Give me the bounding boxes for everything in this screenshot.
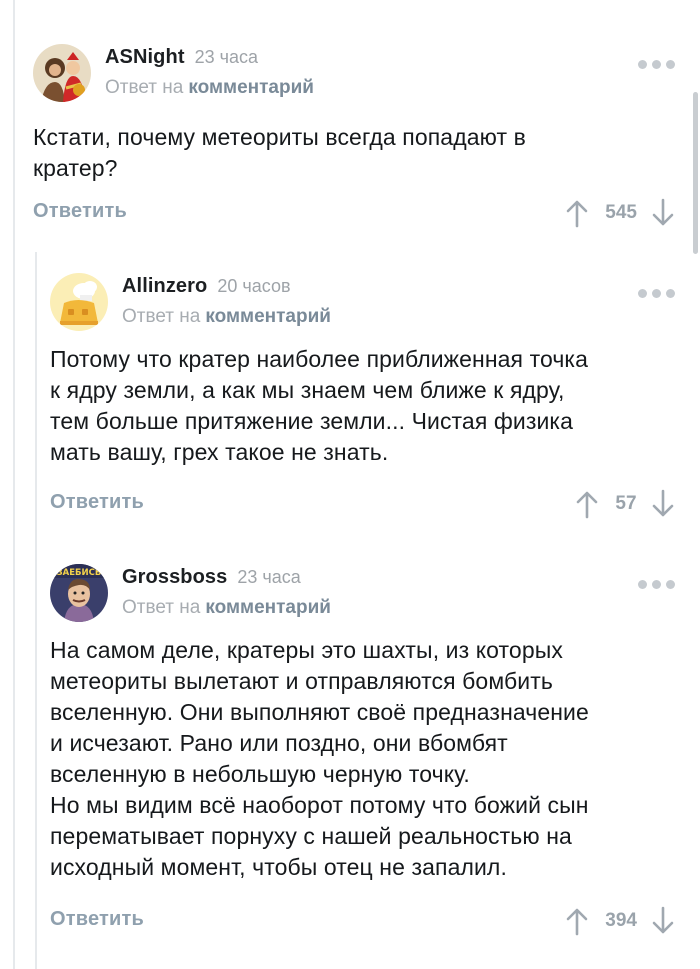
comment-text-line: метеориты вылетают и отправляются бомбит…: [50, 668, 553, 694]
avatar[interactable]: ЗАЕБИСЬ: [50, 564, 108, 622]
avatar[interactable]: [33, 44, 91, 102]
parent-comment-link[interactable]: комментарий: [205, 306, 331, 327]
avatar-grossboss-image: ЗАЕБИСЬ: [50, 564, 108, 622]
avatar-allinzero-image: [50, 273, 108, 331]
more-icon[interactable]: [638, 60, 675, 69]
reply-to-prefix: Ответ на: [122, 597, 201, 618]
scrollbar[interactable]: [693, 92, 698, 254]
reply-button[interactable]: Ответить: [33, 200, 127, 223]
comment-header: Allinzero 20 часов Ответ на комментарий: [50, 273, 675, 337]
arrow-up-icon[interactable]: [565, 198, 589, 228]
comment-time: 23 часа: [194, 47, 258, 67]
author-name[interactable]: Allinzero: [122, 275, 207, 298]
reply-to: Ответ на комментарий: [105, 77, 314, 99]
parent-comment-link[interactable]: комментарий: [188, 77, 314, 98]
rating-count: 394: [605, 910, 637, 931]
comment-text-line: тем больше притяжение земли... Чистая фи…: [50, 408, 573, 434]
comment-body: На самом деле, кратеры это шахты, из кот…: [50, 635, 675, 883]
thread-line-outer: [13, 0, 15, 969]
parent-comment-link[interactable]: комментарий: [205, 597, 331, 618]
comment-body: Кстати, почему метеориты всегда попадают…: [33, 122, 675, 184]
comment-meta: Grossboss 23 часа Ответ на комментарий: [122, 566, 331, 619]
comment-actions: Ответить 394: [50, 904, 675, 938]
comment-text-line: кратер?: [33, 155, 118, 181]
arrow-up-icon[interactable]: [575, 489, 599, 519]
comment-text-line: мать вашу, грех такое не знать.: [50, 439, 389, 465]
comment-meta: Allinzero 20 часов Ответ на комментарий: [122, 275, 331, 328]
reply-button[interactable]: Ответить: [50, 908, 144, 931]
comment-header: ЗАЕБИСЬ Grossboss 23 часа Ответ на коммен…: [50, 564, 675, 628]
arrow-down-icon[interactable]: [651, 198, 675, 228]
more-icon[interactable]: [638, 580, 675, 589]
arrow-down-icon[interactable]: [651, 906, 675, 936]
vote-block: 545: [565, 196, 675, 230]
comment-text-line: вселенную в небольшую черную точку.: [50, 761, 470, 787]
avatar[interactable]: [50, 273, 108, 331]
reply-to: Ответ на комментарий: [122, 597, 331, 619]
comment-time: 20 часов: [217, 276, 291, 296]
comment-text-line: Кстати, почему метеориты всегда попадают…: [33, 124, 526, 150]
vote-block: 57: [575, 487, 675, 521]
rating-count: 545: [605, 202, 637, 223]
comment-text-line: перематывает порнуху с нашей реальностью…: [50, 823, 572, 849]
comment-allinzero: Allinzero 20 часов Ответ на комментарий П…: [50, 273, 675, 519]
vote-block: 394: [565, 904, 675, 938]
comment-header: ASNight 23 часа Ответ на комментарий: [33, 44, 675, 108]
comment-text-line: и исчезают. Рано или поздно, они вбомбят: [50, 730, 508, 756]
comment-asnight: ASNight 23 часа Ответ на комментарий Кста…: [33, 44, 675, 228]
meta-line: Grossboss 23 часа: [122, 566, 331, 589]
arrow-up-icon[interactable]: [565, 906, 589, 936]
comment-text-line: Но мы видим всё наоборот потому что божи…: [50, 792, 589, 818]
reply-to-prefix: Ответ на: [122, 306, 201, 327]
comment-actions: Ответить 57: [50, 487, 675, 521]
comment-text-line: исходный момент, чтобы отец не запалил.: [50, 854, 507, 880]
rating-count: 57: [615, 493, 637, 514]
comment-text-line: Потому что кратер наиболее приближенная …: [50, 346, 588, 372]
arrow-down-icon[interactable]: [651, 489, 675, 519]
comment-body: Потому что кратер наиболее приближенная …: [50, 344, 675, 468]
comment-text-line: На самом деле, кратеры это шахты, из кот…: [50, 637, 563, 663]
meta-line: ASNight 23 часа: [105, 46, 314, 69]
comment-meta: ASNight 23 часа Ответ на комментарий: [105, 46, 314, 99]
avatar-asnight-image: [33, 44, 91, 102]
comment-actions: Ответить 545: [33, 196, 675, 230]
meta-line: Allinzero 20 часов: [122, 275, 331, 298]
comment-grossboss: ЗАЕБИСЬ Grossboss 23 часа Ответ на коммен…: [50, 564, 675, 936]
comment-text-line: вселенную. Они выполняют своё предназнач…: [50, 699, 589, 725]
author-name[interactable]: ASNight: [105, 46, 185, 69]
reply-to-prefix: Ответ на: [105, 77, 184, 98]
comment-text-line: к ядру земли, а как мы знаем чем ближе к…: [50, 377, 565, 403]
reply-to: Ответ на комментарий: [122, 306, 331, 328]
reply-button[interactable]: Ответить: [50, 491, 144, 514]
avatar-caption: ЗАЕБИСЬ: [57, 568, 102, 578]
author-name[interactable]: Grossboss: [122, 566, 227, 589]
comment-time: 23 часа: [237, 567, 301, 587]
more-icon[interactable]: [638, 289, 675, 298]
thread-line-nested: [35, 252, 37, 969]
